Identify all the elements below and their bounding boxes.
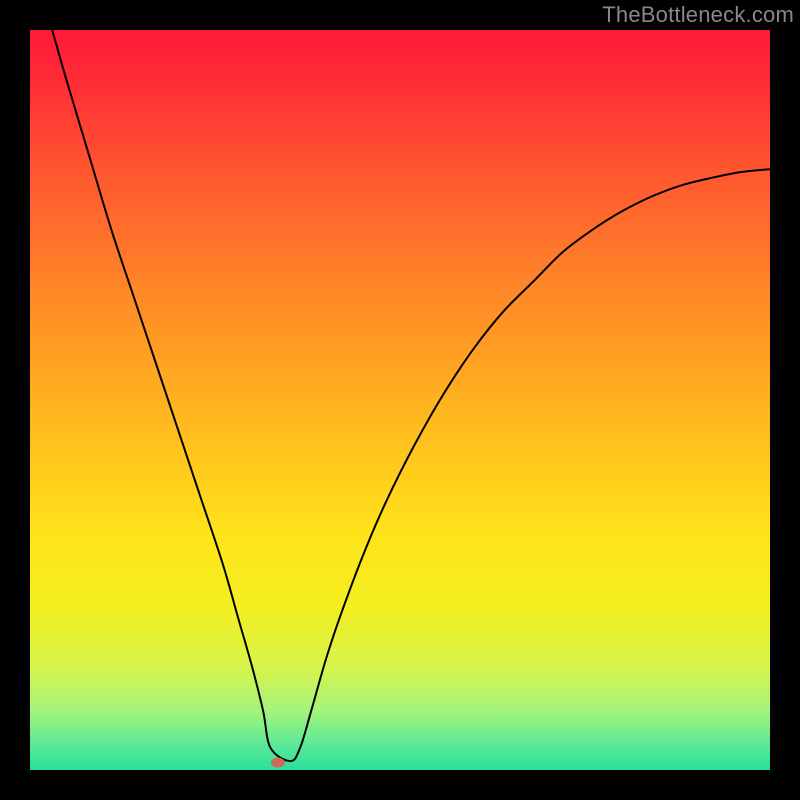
bottleneck-chart: [0, 0, 800, 800]
plot-area: [30, 30, 770, 770]
optimal-point-marker: [271, 758, 285, 768]
chart-container: TheBottleneck.com: [0, 0, 800, 800]
watermark-text: TheBottleneck.com: [602, 2, 794, 28]
